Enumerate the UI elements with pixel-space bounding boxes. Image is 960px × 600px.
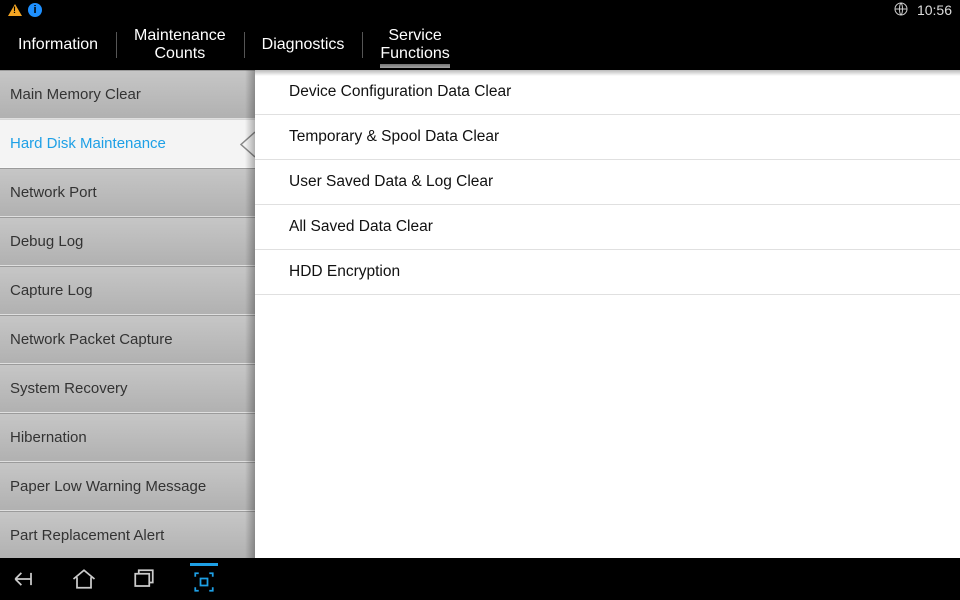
chevron-left-icon [235,120,255,167]
back-button[interactable] [10,565,38,593]
globe-icon [893,1,909,20]
sidebar-item-label: Part Replacement Alert [10,527,164,544]
tab-label: Functions [380,45,449,63]
status-right-group: 10:56 [893,1,952,20]
sidebar-item-label: Debug Log [10,233,83,250]
sidebar-item-system-recovery[interactable]: System Recovery [0,364,255,413]
sidebar-item-label: Hibernation [10,429,87,446]
info-icon: i [28,3,42,17]
sidebar-item-label: Network Packet Capture [10,331,173,348]
detail-item-device-config-data-clear[interactable]: Device Configuration Data Clear [255,70,960,115]
sidebar: Main Memory Clear Hard Disk Maintenance … [0,70,255,558]
detail-item-label: Device Configuration Data Clear [289,83,511,100]
sidebar-item-debug-log[interactable]: Debug Log [0,217,255,266]
sidebar-item-capture-log[interactable]: Capture Log [0,266,255,315]
detail-item-label: Temporary & Spool Data Clear [289,128,499,145]
tab-label: Information [18,36,98,54]
sidebar-item-hard-disk-maintenance[interactable]: Hard Disk Maintenance [0,119,255,168]
recent-apps-button[interactable] [130,565,158,593]
tab-label: Service [388,27,441,45]
sidebar-item-label: Main Memory Clear [10,86,141,103]
tab-diagnostics[interactable]: Diagnostics [244,20,363,70]
sidebar-item-hibernation[interactable]: Hibernation [0,413,255,462]
clock: 10:56 [917,2,952,18]
tab-maintenance-counts[interactable]: Maintenance Counts [116,20,244,70]
warning-icon [8,4,22,16]
sidebar-item-label: Network Port [10,184,97,201]
detail-item-temporary-spool-data-clear[interactable]: Temporary & Spool Data Clear [255,115,960,160]
sidebar-item-label: Hard Disk Maintenance [10,135,166,152]
tab-label: Maintenance [134,27,226,45]
tab-information[interactable]: Information [0,20,116,70]
sidebar-item-part-replacement-alert[interactable]: Part Replacement Alert [0,511,255,558]
content-row: Main Memory Clear Hard Disk Maintenance … [0,70,960,558]
scan-button[interactable] [190,563,218,596]
sidebar-item-label: System Recovery [10,380,128,397]
sidebar-item-label: Paper Low Warning Message [10,478,206,495]
home-button[interactable] [70,565,98,593]
navigation-bar [0,558,960,600]
sidebar-item-main-memory-clear[interactable]: Main Memory Clear [0,70,255,119]
detail-item-label: HDD Encryption [289,263,400,280]
tabs-spacer [468,20,960,70]
detail-item-all-saved-data-clear[interactable]: All Saved Data Clear [255,205,960,250]
detail-item-label: All Saved Data Clear [289,218,433,235]
tab-label: Diagnostics [262,36,345,54]
detail-item-hdd-encryption[interactable]: HDD Encryption [255,250,960,295]
top-tabs: Information Maintenance Counts Diagnosti… [0,20,960,70]
sidebar-item-network-packet-capture[interactable]: Network Packet Capture [0,315,255,364]
sidebar-item-paper-low-warning-message[interactable]: Paper Low Warning Message [0,462,255,511]
detail-list: Device Configuration Data Clear Temporar… [255,70,960,558]
status-bar: i 10:56 [0,0,960,20]
detail-item-user-saved-data-log-clear[interactable]: User Saved Data & Log Clear [255,160,960,205]
tab-label: Counts [155,45,206,63]
tab-service-functions[interactable]: Service Functions [362,20,467,70]
detail-item-label: User Saved Data & Log Clear [289,173,493,190]
sidebar-item-label: Capture Log [10,282,93,299]
sidebar-item-network-port[interactable]: Network Port [0,168,255,217]
status-left-group: i [8,3,42,17]
